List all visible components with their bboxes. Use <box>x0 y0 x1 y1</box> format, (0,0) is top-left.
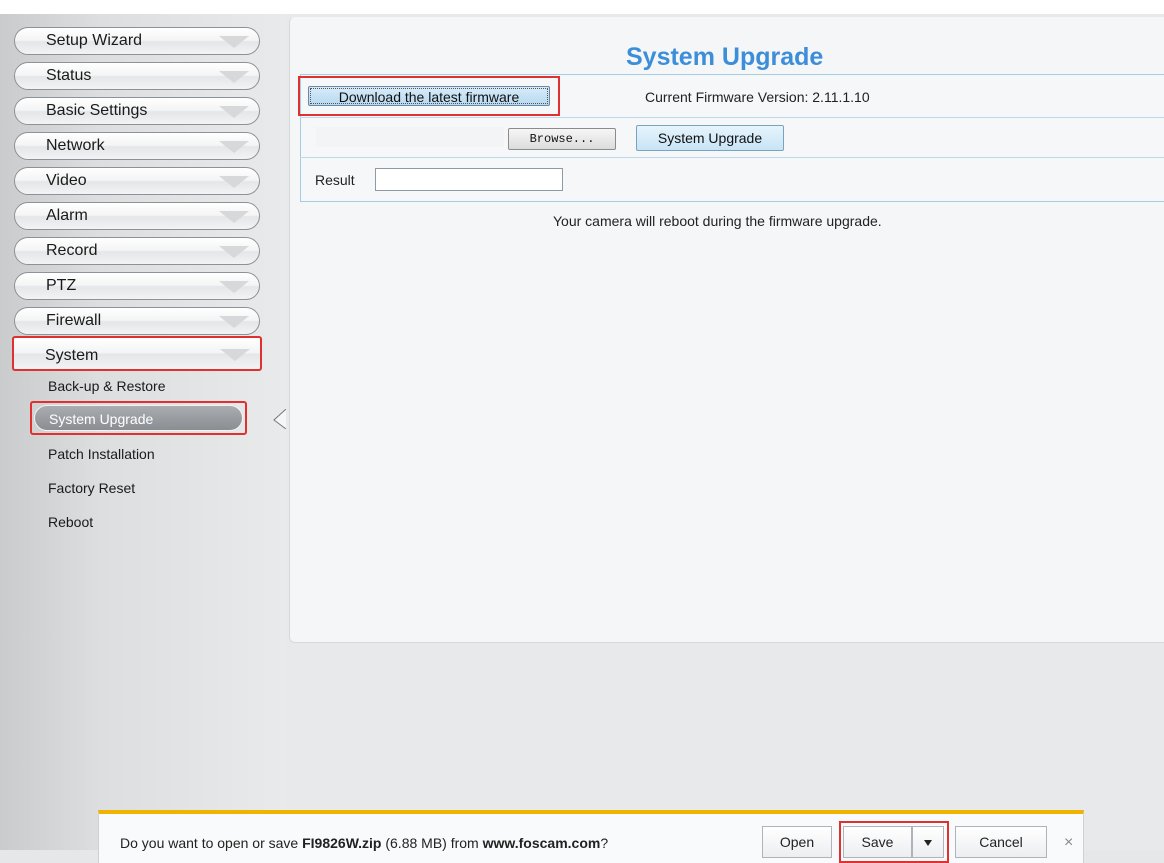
file-name: FI9826W.zip <box>302 835 382 851</box>
result-label: Result <box>315 172 355 188</box>
row-divider <box>300 117 1164 118</box>
nav-basic-settings[interactable]: Basic Settings <box>14 97 260 125</box>
file-path-input[interactable] <box>316 127 504 147</box>
save-button[interactable]: Save <box>843 826 912 858</box>
sub-item-label: System Upgrade <box>34 405 243 431</box>
nav-label: Video <box>46 172 87 189</box>
nav-setup-wizard[interactable]: Setup Wizard <box>14 27 260 55</box>
chevron-down-icon <box>219 106 249 118</box>
nav-video[interactable]: Video <box>14 167 260 195</box>
chevron-down-icon <box>219 71 249 83</box>
cancel-button[interactable]: Cancel <box>955 826 1047 858</box>
chevron-down-icon <box>219 36 249 48</box>
sub-item-factory-reset[interactable]: Factory Reset <box>48 480 135 496</box>
nav-label: Network <box>46 137 105 154</box>
nav-network[interactable]: Network <box>14 132 260 160</box>
nav-status[interactable]: Status <box>14 62 260 90</box>
save-options-dropdown[interactable] <box>912 826 944 858</box>
prompt-prefix: Do you want to open or save <box>120 835 303 851</box>
open-button[interactable]: Open <box>762 826 832 858</box>
download-source: www.foscam.com <box>482 835 601 851</box>
download-firmware-button[interactable]: Download the latest firmware <box>308 86 550 106</box>
close-icon[interactable]: × <box>1064 834 1073 852</box>
nav-alarm[interactable]: Alarm <box>14 202 260 230</box>
nav-label: Alarm <box>46 207 88 224</box>
nav-record[interactable]: Record <box>14 237 260 265</box>
chevron-down-icon <box>219 316 249 328</box>
window-frame <box>1084 850 1164 863</box>
nav-label: Setup Wizard <box>46 32 143 49</box>
nav-system[interactable]: System <box>12 336 262 371</box>
prompt-suffix: ? <box>600 835 609 851</box>
chevron-down-icon <box>219 281 249 293</box>
page-title: System Upgrade <box>626 43 824 71</box>
reboot-note: Your camera will reboot during the firmw… <box>553 213 882 229</box>
download-prompt: Do you want to open or save FI9826W.zip … <box>120 835 608 851</box>
chevron-down-icon <box>219 176 249 188</box>
firmware-version-label: Current Firmware Version: 2.11.1.10 <box>645 89 870 105</box>
chevron-down-icon <box>219 141 249 153</box>
chevron-down-icon <box>219 211 249 223</box>
result-field <box>375 168 563 191</box>
nav-label: Record <box>46 242 98 259</box>
nav-label: Firewall <box>46 312 102 329</box>
download-highlight: Download the latest firmware <box>298 76 560 116</box>
sub-item-patch-installation[interactable]: Patch Installation <box>48 446 155 462</box>
sub-item-backup-restore[interactable]: Back-up & Restore <box>48 378 166 394</box>
row-divider <box>300 157 1164 158</box>
nav-firewall[interactable]: Firewall <box>14 307 260 335</box>
nav-label: Status <box>46 67 92 84</box>
chevron-down-icon <box>219 246 249 258</box>
nav-label: Basic Settings <box>46 102 148 119</box>
window-frame <box>0 850 98 863</box>
file-size: (6.88 MB) from <box>381 835 483 851</box>
sub-item-reboot[interactable]: Reboot <box>48 514 93 530</box>
pointer-arrow-icon <box>273 409 287 429</box>
nav-label: PTZ <box>46 277 77 294</box>
sub-item-system-upgrade[interactable]: System Upgrade <box>30 401 247 435</box>
nav-ptz[interactable]: PTZ <box>14 272 260 300</box>
caret-down-icon <box>924 840 932 847</box>
nav-label: System <box>45 347 99 364</box>
system-upgrade-button[interactable]: System Upgrade <box>636 125 784 151</box>
chevron-down-icon <box>220 349 250 361</box>
browse-button[interactable]: Browse... <box>508 128 616 150</box>
